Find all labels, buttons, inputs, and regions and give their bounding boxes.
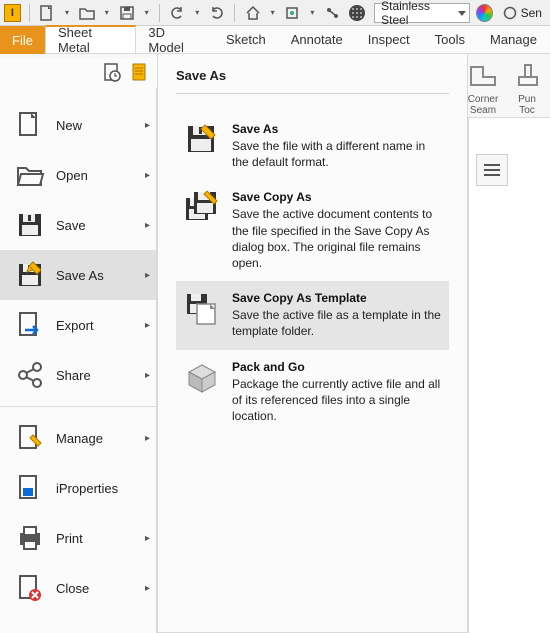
submenu-item-label: Save Copy As Template	[232, 291, 441, 305]
file-menu-export[interactable]: Export ▸	[0, 300, 156, 350]
submenu-item-label: Pack and Go	[232, 360, 441, 374]
menu-divider	[0, 406, 156, 407]
save-as-floppy-icon	[14, 259, 46, 291]
undo-icon[interactable]	[168, 3, 187, 23]
tab-annotate[interactable]: Annotate	[279, 26, 356, 53]
file-menu-share[interactable]: Share ▸	[0, 350, 156, 400]
quick-access-toolbar: I ▾ ▾ ▾ ▾ ▾ ▾ Stainless Steel Sen	[0, 0, 550, 26]
manage-icon	[14, 422, 46, 454]
file-small-tools	[0, 58, 157, 88]
file-menu-iproperties[interactable]: iProperties	[0, 463, 156, 513]
open-icon[interactable]	[78, 3, 97, 23]
chevron-right-icon: ▸	[145, 370, 150, 381]
chevron-right-icon: ▸	[145, 320, 150, 331]
file-menu-print[interactable]: Print ▸	[0, 513, 156, 563]
file-menu-save-as[interactable]: Save As ▸	[0, 250, 156, 300]
submenu-save-copy-as[interactable]: Save Copy As Save the active document co…	[176, 180, 449, 281]
export-icon	[14, 309, 46, 341]
chevron-right-icon: ▸	[145, 270, 150, 281]
submenu-item-desc: Save the active file as a template in th…	[232, 307, 441, 339]
file-menu-close[interactable]: Close ▸	[0, 563, 156, 613]
hamburger-icon	[484, 169, 500, 171]
tab-tools[interactable]: Tools	[423, 26, 478, 53]
file-menu-save[interactable]: Save ▸	[0, 200, 156, 250]
appearance-icon[interactable]	[476, 4, 493, 22]
ribbon-tabs: File Sheet Metal 3D Model Sketch Annotat…	[0, 26, 550, 54]
home-icon[interactable]	[243, 3, 262, 23]
save-as-submenu: Save As Save As Save the file with a dif…	[157, 54, 468, 633]
file-menu-open[interactable]: Open ▸	[0, 150, 156, 200]
chevron-right-icon: ▸	[145, 220, 150, 231]
submenu-title: Save As	[176, 68, 449, 94]
submenu-item-desc: Package the currently active file and al…	[232, 376, 441, 425]
canvas-area	[468, 118, 550, 633]
chevron-right-icon: ▸	[145, 170, 150, 181]
connect-icon[interactable]	[323, 3, 342, 23]
corner-seam-icon	[466, 58, 500, 92]
file-menu-manage[interactable]: Manage ▸	[0, 413, 156, 463]
tab-sheet-metal[interactable]: Sheet Metal	[45, 25, 136, 53]
tab-manage[interactable]: Manage	[478, 26, 550, 53]
ribbon-corner-seam[interactable]: CornerSeam	[466, 54, 500, 117]
pack-and-go-icon	[184, 360, 220, 396]
file-menu: New ▸ Open ▸ Save ▸ Save As ▸ Export ▸ S…	[0, 88, 157, 633]
ribbon-punch-tool[interactable]: PunToc	[510, 54, 544, 117]
tab-sketch[interactable]: Sketch	[214, 26, 279, 53]
submenu-pack-and-go[interactable]: Pack and Go Package the currently active…	[176, 350, 449, 435]
save-copy-as-icon	[184, 190, 220, 226]
new-file-icon[interactable]	[38, 3, 57, 23]
file-menu-new[interactable]: New ▸	[0, 100, 156, 150]
chevron-right-icon: ▸	[145, 433, 150, 444]
submenu-save-copy-as-template[interactable]: Save Copy As Template Save the active fi…	[176, 281, 449, 349]
submenu-save-as[interactable]: Save As Save the file with a different n…	[176, 112, 449, 180]
submenu-item-label: Save As	[232, 122, 441, 136]
material-selector[interactable]: Stainless Steel	[374, 3, 470, 23]
new-icon	[14, 109, 46, 141]
save-icon[interactable]	[117, 3, 136, 23]
pattern-icon[interactable]	[348, 3, 367, 23]
doc-list-icon[interactable]	[129, 62, 151, 84]
chevron-right-icon: ▸	[145, 533, 150, 544]
submenu-item-desc: Save the active document contents to the…	[232, 206, 441, 271]
tab-3d-model[interactable]: 3D Model	[136, 26, 214, 53]
panel-menu-button[interactable]	[476, 154, 508, 186]
iproperties-icon	[14, 472, 46, 504]
redo-icon[interactable]	[208, 3, 227, 23]
close-file-icon	[14, 572, 46, 604]
recent-doc-icon[interactable]	[101, 62, 123, 84]
punch-tool-icon	[510, 58, 544, 92]
chevron-right-icon: ▸	[145, 120, 150, 131]
chevron-right-icon: ▸	[145, 583, 150, 594]
save-template-icon	[184, 291, 220, 327]
save-as-icon	[184, 122, 220, 158]
share-icon	[14, 359, 46, 391]
save-floppy-icon	[14, 209, 46, 241]
team-icon[interactable]	[283, 3, 302, 23]
tab-inspect[interactable]: Inspect	[356, 26, 423, 53]
submenu-item-desc: Save the file with a different name in t…	[232, 138, 441, 170]
appearance-selector[interactable]: Sen	[499, 6, 546, 20]
file-tab[interactable]: File	[0, 26, 45, 54]
submenu-item-label: Save Copy As	[232, 190, 441, 204]
app-icon[interactable]: I	[4, 4, 21, 22]
print-icon	[14, 522, 46, 554]
open-folder-icon	[14, 159, 46, 191]
